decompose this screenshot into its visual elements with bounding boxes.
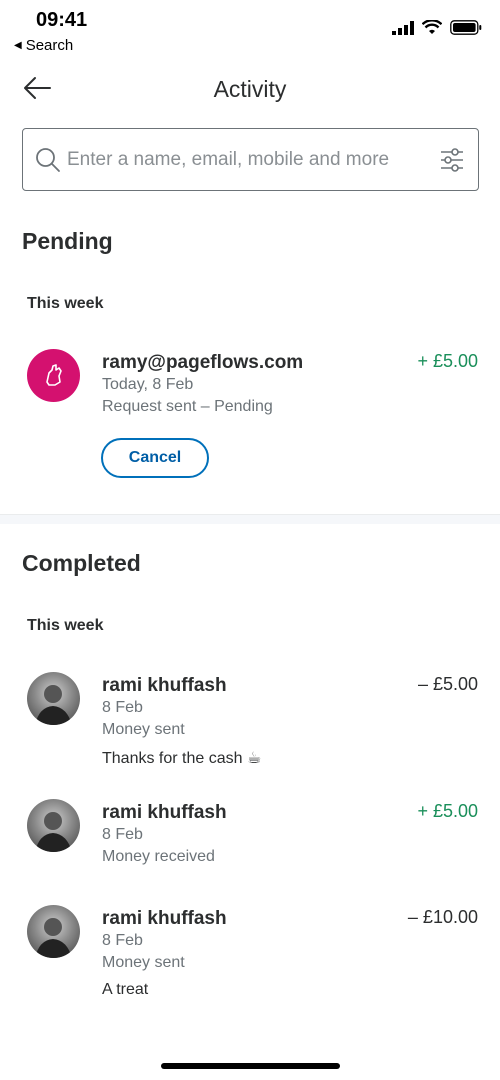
- transaction-date: 8 Feb: [102, 826, 143, 843]
- completed-transaction[interactable]: rami khuffash 8 Feb Money sent Thanks fo…: [0, 672, 500, 772]
- search-icon: [36, 148, 60, 172]
- transaction-name: rami khuffash: [102, 908, 227, 929]
- status-time: 09:41: [36, 9, 88, 31]
- back-triangle-icon: ◀: [14, 40, 22, 51]
- transaction-date: 8 Feb: [102, 699, 143, 716]
- status-bar: 09:41 ◀ Search: [0, 0, 500, 60]
- completed-transaction[interactable]: rami khuffash 8 Feb Money received + £5.…: [0, 799, 500, 869]
- person-silhouette-icon: [35, 685, 72, 725]
- transaction-amount: – £10.00: [407, 907, 478, 927]
- completed-transaction[interactable]: rami khuffash 8 Feb Money sent A treat –…: [0, 905, 500, 1005]
- request-hand-icon: [46, 364, 62, 386]
- page-title: Activity: [213, 76, 287, 102]
- status-icons: [392, 20, 482, 35]
- home-indicator[interactable]: [161, 1063, 340, 1069]
- status-back-label: Search: [25, 37, 74, 54]
- transaction-type: Money received: [102, 848, 215, 865]
- pending-transaction[interactable]: ramy@pageflows.com Today, 8 Feb Request …: [0, 349, 500, 439]
- completed-section-title: Completed: [22, 550, 141, 576]
- transaction-type: Money sent: [102, 954, 185, 971]
- transaction-status: Request sent – Pending: [102, 398, 273, 415]
- transaction-amount: – £5.00: [417, 674, 478, 694]
- header: Activity: [0, 66, 500, 114]
- request-avatar: [27, 349, 80, 402]
- transaction-name: ramy@pageflows.com: [102, 352, 304, 373]
- status-back-link[interactable]: ◀ Search: [14, 37, 73, 54]
- search-input[interactable]: [67, 139, 427, 181]
- section-divider: [0, 514, 500, 524]
- signal-icon: [392, 20, 414, 35]
- search-box[interactable]: [22, 128, 479, 191]
- contact-avatar: [27, 905, 80, 958]
- cancel-request-button[interactable]: Cancel: [101, 438, 209, 478]
- battery-icon: [450, 20, 482, 35]
- wifi-icon: [422, 20, 442, 34]
- pending-group-label: This week: [27, 295, 104, 312]
- contact-avatar: [27, 799, 80, 852]
- person-silhouette-icon: [35, 918, 72, 958]
- pending-section-title: Pending: [22, 228, 113, 254]
- completed-group-label: This week: [27, 617, 104, 634]
- contact-avatar: [27, 672, 80, 725]
- transaction-note: Thanks for the cash ☕: [102, 750, 262, 767]
- transaction-amount: + £5.00: [417, 351, 478, 371]
- transaction-type: Money sent: [102, 721, 185, 738]
- transaction-date: Today, 8 Feb: [102, 376, 194, 393]
- transaction-date: 8 Feb: [102, 932, 143, 949]
- transaction-note: A treat: [102, 981, 149, 998]
- filter-icon[interactable]: [440, 147, 464, 173]
- transaction-name: rami khuffash: [102, 802, 227, 823]
- person-silhouette-icon: [35, 812, 72, 852]
- transaction-amount: + £5.00: [417, 801, 478, 821]
- transaction-name: rami khuffash: [102, 675, 227, 696]
